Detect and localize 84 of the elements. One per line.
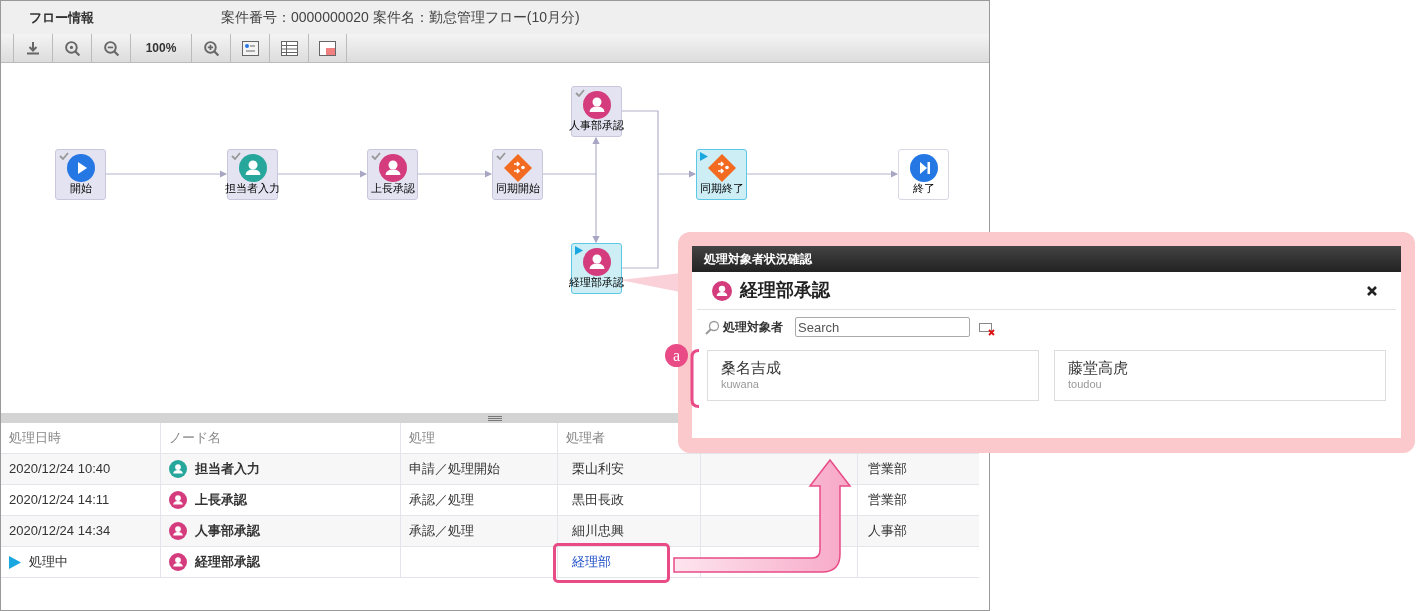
node-name: 担当者入力 — [195, 460, 260, 479]
user-card[interactable]: 藤堂高虎 toudou — [1054, 350, 1386, 401]
check-icon — [59, 152, 69, 160]
flow-node[interactable]: 人事部承認 — [571, 86, 622, 137]
node-view-icon — [241, 40, 259, 56]
date-cell-text: 2020/12/24 14:34 — [9, 522, 111, 541]
close-icon — [1367, 285, 1377, 296]
flow-node[interactable]: 開始 — [55, 149, 106, 200]
handler-cell-text: 細川忠興 — [572, 522, 624, 541]
flow-node[interactable]: 終了 — [898, 149, 949, 200]
date-cell-text: 2020/12/24 14:11 — [9, 491, 110, 510]
user-name: 桑名吉成 — [721, 359, 782, 377]
panel-title: フロー情報 — [28, 8, 95, 27]
user-name: 藤堂高虎 — [1068, 359, 1129, 377]
search-field[interactable]: Search — [795, 317, 970, 337]
person-icon — [378, 154, 407, 182]
play-marker-icon — [700, 152, 708, 161]
gateway-icon — [503, 154, 532, 182]
zoom-out-icon — [102, 39, 120, 57]
node-label: 人事部承認 — [569, 119, 624, 132]
zoom-fit-icon — [63, 39, 81, 57]
check-icon — [371, 152, 381, 160]
column-header: 処理 — [401, 423, 558, 453]
date-cell-text: 2020/12/24 10:40 — [9, 460, 111, 479]
node-label: 上長承認 — [370, 182, 415, 195]
node-name: 人事部承認 — [195, 522, 260, 541]
person-icon — [582, 91, 611, 119]
person-icon — [712, 280, 732, 301]
node-label: 経理部承認 — [569, 276, 624, 289]
person-icon — [169, 460, 187, 478]
node-label: 担当者入力 — [225, 182, 280, 195]
column-header: 処理日時 — [1, 423, 161, 453]
node-name: 上長承認 — [195, 491, 247, 510]
flow-node[interactable]: 担当者入力 — [227, 149, 278, 200]
flow-node[interactable]: 同期開始 — [492, 149, 543, 200]
play-marker-icon — [575, 246, 583, 255]
flow-node[interactable]: 上長承認 — [367, 149, 418, 200]
person-icon — [238, 154, 267, 182]
user-id: toudou — [1068, 377, 1103, 391]
action-cell-text: 承認／処理 — [409, 522, 474, 541]
node-label: 同期開始 — [495, 182, 540, 195]
clear-search-icon[interactable] — [979, 322, 996, 336]
popup-title: 処理対象者状況確認 — [704, 251, 812, 268]
play-icon — [66, 154, 95, 182]
node-label: 終了 — [912, 182, 935, 195]
flow-node[interactable]: 同期終了 — [696, 149, 747, 200]
search-label: 処理対象者 — [723, 319, 784, 336]
zoom-in-icon — [202, 39, 220, 57]
table-icon — [280, 40, 298, 56]
column-header: ノード名 — [161, 423, 401, 453]
check-icon — [231, 152, 241, 160]
person-icon — [582, 248, 611, 276]
handler-cell-text: 黒田長政 — [572, 491, 624, 510]
action-cell-text: 承認／処理 — [409, 491, 474, 510]
action-cell-text: 申請／処理開始 — [409, 460, 500, 479]
node-label: 同期終了 — [699, 182, 744, 195]
person-icon — [169, 491, 187, 509]
person-icon — [169, 553, 187, 571]
popup-node-title: 経理部承認 — [740, 279, 832, 302]
zoom-level-button[interactable]: 100% — [130, 34, 191, 62]
case-info: 案件番号：0000000020 案件名：勤怠管理フロー(10月分) — [221, 8, 580, 27]
department-cell-text: 営業部 — [868, 491, 907, 510]
department-cell-text: 営業部 — [868, 460, 907, 479]
node-name: 経理部承認 — [195, 553, 260, 572]
user-card[interactable]: 桑名吉成 kuwana — [707, 350, 1039, 401]
user-id: kuwana — [721, 377, 760, 391]
check-icon — [496, 152, 506, 160]
search-icon — [705, 319, 720, 335]
date-cell-text: 処理中 — [29, 553, 68, 572]
department-cell-text: 人事部 — [868, 522, 907, 541]
bracket-marker — [690, 349, 700, 408]
node-label: 開始 — [69, 182, 92, 195]
drag-handle-icon — [488, 415, 502, 421]
person-icon — [169, 522, 187, 540]
download-icon — [25, 40, 41, 56]
check-icon — [575, 89, 585, 97]
close-button[interactable] — [1366, 284, 1378, 297]
flow-node[interactable]: 経理部承認 — [571, 243, 622, 294]
handler-cell-text: 栗山利安 — [572, 460, 624, 479]
skip-end-icon — [909, 154, 938, 182]
handler-link[interactable]: 経理部 — [572, 552, 611, 572]
window-view-button[interactable] — [308, 34, 347, 62]
gateway-icon — [707, 154, 736, 182]
window-icon — [319, 40, 336, 56]
